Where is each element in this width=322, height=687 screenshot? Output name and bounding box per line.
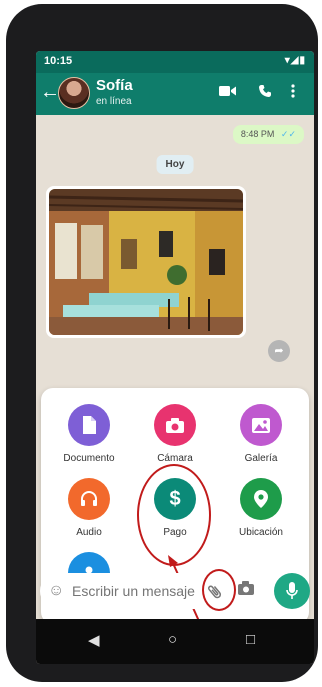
read-ticks-icon: ✓✓	[280, 129, 296, 139]
home-circle-icon[interactable]: ○	[168, 631, 177, 648]
video-call-icon[interactable]	[219, 84, 237, 102]
attach-audio-label: Audio	[76, 527, 102, 538]
attach-gallery-label: Galería	[244, 453, 278, 464]
headphones-icon	[68, 478, 110, 520]
attach-audio-button[interactable]: Audio	[49, 478, 129, 538]
camera-input-icon[interactable]	[238, 581, 254, 599]
back-triangle-icon[interactable]: ◀	[88, 631, 100, 649]
attach-location-button[interactable]: Ubicación	[221, 478, 301, 538]
emoji-icon[interactable]: ☺	[48, 582, 64, 600]
outgoing-message[interactable]: 8:48 PM ✓✓	[232, 125, 304, 144]
microphone-icon	[286, 582, 298, 599]
status-bar: 10:15 ▾◢▮	[36, 51, 314, 73]
more-options-icon[interactable]	[291, 84, 295, 102]
attach-gallery-button[interactable]: Galería	[221, 404, 301, 464]
microphone-button[interactable]	[274, 573, 310, 609]
avatar[interactable]	[58, 77, 90, 109]
recents-square-icon[interactable]: □	[246, 631, 255, 648]
camera-icon	[154, 404, 196, 446]
status-time: 10:15	[44, 55, 73, 67]
message-time: 8:48 PM	[240, 129, 275, 139]
restaurant-photo[interactable]	[49, 189, 243, 335]
photo-message[interactable]	[46, 186, 246, 338]
chat-area: 8:48 PM ✓✓ Hoy ➦ Documento Cámara Galerí…	[36, 115, 314, 660]
message-input-container[interactable]: ☺	[40, 569, 266, 611]
phone-frame: 10:15 ▾◢▮ ← Sofía en línea 8:48 PM ✓✓ Ho…	[6, 4, 318, 682]
attach-document-button[interactable]: Documento	[49, 404, 129, 464]
date-chip: Hoy	[156, 155, 194, 174]
attach-document-label: Documento	[63, 453, 115, 464]
attach-camera-button[interactable]: Cámara	[135, 404, 215, 464]
contact-name[interactable]: Sofía	[96, 77, 133, 94]
document-icon	[68, 404, 110, 446]
system-nav-bar: ◀ ○ □	[36, 619, 314, 664]
back-arrow-icon[interactable]: ←	[40, 81, 60, 103]
annotation-circle	[137, 464, 211, 566]
status-icons: ▾◢▮	[284, 55, 306, 66]
gallery-icon	[240, 404, 282, 446]
voice-call-icon[interactable]	[258, 84, 272, 102]
screen: 10:15 ▾◢▮ ← Sofía en línea 8:48 PM ✓✓ Ho…	[36, 51, 314, 664]
attach-location-label: Ubicación	[239, 527, 283, 538]
location-pin-icon	[240, 478, 282, 520]
contact-status: en línea	[96, 96, 132, 107]
annotation-circle-clip	[202, 569, 236, 611]
message-input[interactable]	[72, 583, 202, 599]
forward-icon[interactable]: ➦	[268, 340, 290, 362]
message-input-bar: ☺	[36, 569, 314, 615]
attach-camera-label: Cámara	[157, 453, 193, 464]
chat-header: ← Sofía en línea	[36, 73, 314, 115]
